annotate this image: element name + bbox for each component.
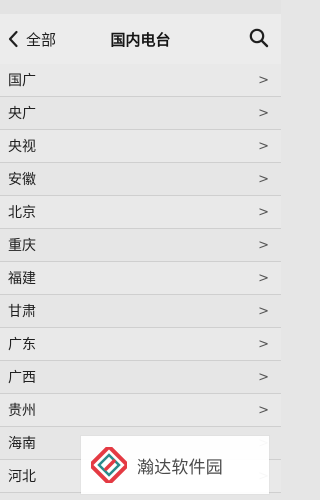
list-item-label: 国广 [8,73,36,89]
list-item-label: 广东 [8,337,36,353]
list-item-yangguang[interactable]: 央广 > [0,97,281,130]
list-item-chongqing[interactable]: 重庆 > [0,229,281,262]
page-title: 国内电台 [110,30,171,49]
list-item-label: 广西 [8,370,36,386]
list-item-anhui[interactable]: 安徽 > [0,163,281,196]
list-item-guangdong[interactable]: 广东 > [0,328,281,361]
watermark: 瀚达软件园 [81,436,269,494]
app-header: 全部 国内电台 [0,14,281,65]
watermark-text: 瀚达软件园 [137,457,223,478]
chevron-right-icon: > [258,72,269,88]
back-button[interactable]: 全部 [6,22,56,56]
chevron-right-icon: > [258,204,269,220]
list-item-gansu[interactable]: 甘肃 > [0,295,281,328]
chevron-left-icon[interactable] [6,30,20,48]
list-item-guoguang[interactable]: 国广 > [0,64,281,97]
status-strip [0,0,281,14]
chevron-right-icon: > [258,270,269,286]
list-item-guangxi[interactable]: 广西 > [0,361,281,394]
list-item-label: 贵州 [8,403,36,419]
chevron-right-icon: > [258,171,269,187]
search-icon[interactable] [248,27,270,53]
chevron-right-icon: > [258,369,269,385]
list-item-guizhou[interactable]: 贵州 > [0,394,281,427]
station-list: 国广 > 央广 > 央视 > 安徽 > 北京 > 重庆 > 福建 > 甘肃 > … [0,64,281,493]
list-item-label: 海南 [8,436,36,452]
list-item-label: 央广 [8,106,36,122]
list-item-label: 甘肃 [8,304,36,320]
chevron-right-icon: > [258,336,269,352]
watermark-logo-icon [87,443,131,487]
list-item-label: 安徽 [8,172,36,188]
list-item-label: 重庆 [8,238,36,254]
search-button[interactable] [247,28,271,52]
list-item-label: 福建 [8,271,36,287]
list-item-label: 河北 [8,469,36,485]
chevron-right-icon: > [258,402,269,418]
chevron-right-icon: > [258,105,269,121]
list-item-fujian[interactable]: 福建 > [0,262,281,295]
list-item-label: 北京 [8,205,36,221]
list-item-yangshi[interactable]: 央视 > [0,130,281,163]
list-item-label: 央视 [8,139,36,155]
chevron-right-icon: > [258,303,269,319]
back-label[interactable]: 全部 [26,29,56,50]
list-item-beijing[interactable]: 北京 > [0,196,281,229]
chevron-right-icon: > [258,138,269,154]
chevron-right-icon: > [258,237,269,253]
